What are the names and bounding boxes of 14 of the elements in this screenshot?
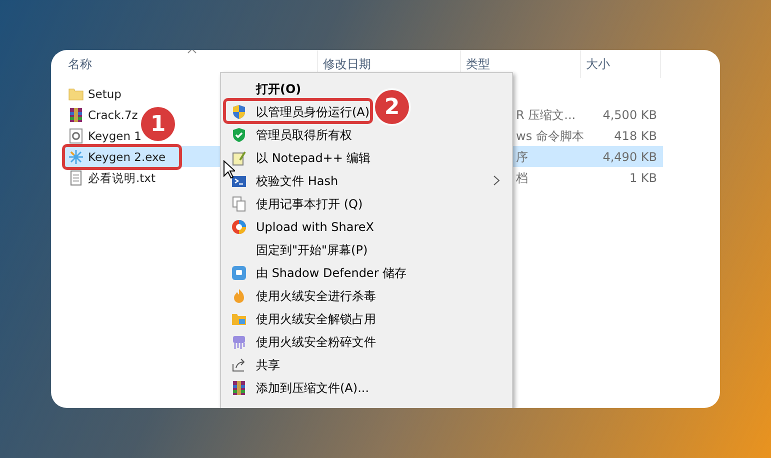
- file-type: ws 命令脚本: [516, 128, 584, 142]
- file-size: 4,500 KB: [602, 106, 658, 124]
- file-type: 序: [516, 150, 528, 164]
- file-name: 必看说明.txt: [88, 170, 156, 184]
- step-number: 1: [141, 107, 175, 141]
- file-size: 1 KB: [628, 170, 658, 186]
- file-name: Crack.7z: [88, 108, 138, 122]
- file-name: Keygen 2.exe: [88, 150, 166, 164]
- file-size: 418 KB: [613, 128, 658, 144]
- file-name: Setup: [88, 86, 122, 100]
- file-type: 档: [516, 170, 528, 184]
- file-size: 4,490 KB: [602, 148, 658, 166]
- file-type: R 压缩文...: [516, 108, 576, 122]
- file-name: Keygen 1: [88, 128, 142, 142]
